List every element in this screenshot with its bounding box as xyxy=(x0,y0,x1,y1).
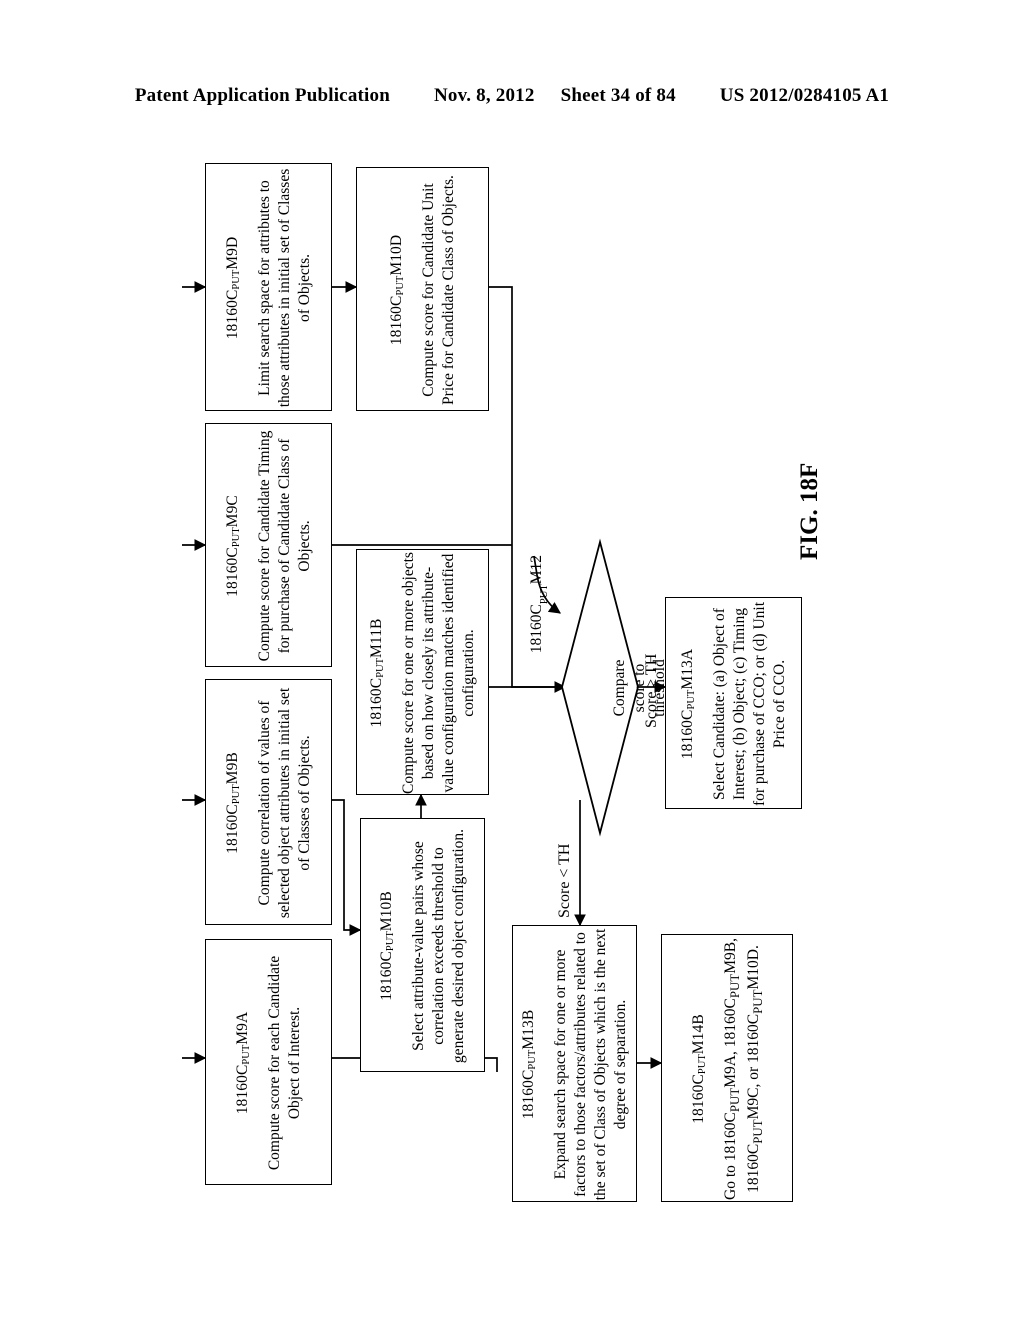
node-m10b[interactable]: 18160CPUTM10B Select attribute-value pai… xyxy=(360,818,485,1072)
node-m9c-ref: 18160CPUTM9C xyxy=(224,495,243,597)
node-m10d[interactable]: 18160CPUTM10D Compute score for Candidat… xyxy=(356,167,489,411)
node-m10b-text: Select attribute-value pairs whose corre… xyxy=(410,828,467,1064)
edge-label-score-lt: Score < TH xyxy=(556,843,573,919)
node-m9a[interactable]: 18160CPUTM9A Compute score for each Cand… xyxy=(205,939,332,1185)
node-m14b-ref: 18160CPUTM14B xyxy=(689,1014,708,1124)
node-m9d[interactable]: 18160CPUTM9D Limit search space for attr… xyxy=(205,163,332,411)
edge-label-score-ge: Score ≥ TH xyxy=(643,653,660,728)
node-m14b-text: Go to 18160CPUTM9A, 18160CPUTM9B, 18160C… xyxy=(721,938,765,1200)
node-m9b-text: Compute correlation of values of selecte… xyxy=(256,687,313,919)
node-m9c[interactable]: 18160CPUTM9C Compute score for Candidate… xyxy=(205,423,332,667)
node-m9a-text: Compute score for each Candidate Object … xyxy=(266,955,303,1171)
node-m10d-text: Compute score for Candidate Unit Price f… xyxy=(420,175,457,405)
node-m12-ref: 18160CPUTM12 xyxy=(528,555,551,654)
node-m9b-ref: 18160CPUTM9B xyxy=(224,752,243,854)
node-m14b[interactable]: 18160CPUTM14B Go to 18160CPUTM9A, 18160C… xyxy=(661,934,793,1202)
header-sheet: Sheet 34 of 84 xyxy=(560,85,676,106)
node-m9d-ref: 18160CPUTM9D xyxy=(224,236,243,340)
node-m10d-ref: 18160CPUTM10D xyxy=(388,234,407,346)
header-publication: Patent Application Publication xyxy=(134,85,390,106)
header-publication-number: US 2012/0284105 A1 xyxy=(719,85,890,106)
node-m11b[interactable]: 18160CPUTM11B Compute score for one or m… xyxy=(356,549,489,795)
node-m11b-text: Compute score for one or more objects ba… xyxy=(400,552,477,794)
node-m13b-text: Expand search space for one or more fact… xyxy=(552,928,629,1201)
patent-figure-page: Patent Application Publication Nov. 8, 2… xyxy=(0,0,1024,1320)
node-m13a-ref: 18160CPUTM13A xyxy=(679,648,698,760)
node-m13a[interactable]: 18160CPUTM13A Select Candidate: (a) Obje… xyxy=(665,597,802,809)
node-m12-decision[interactable]: Compare score to threshold xyxy=(560,538,668,837)
node-m9d-text: Limit search space for attributes to tho… xyxy=(256,168,313,408)
node-m13a-text: Select Candidate: (a) Object of Interest… xyxy=(711,601,788,807)
node-m13b[interactable]: 18160CPUTM13B Expand search space for on… xyxy=(512,925,637,1202)
figure-label: FIG. 18F xyxy=(796,462,823,560)
node-m11b-ref: 18160CPUTM11B xyxy=(368,618,387,728)
node-m9b[interactable]: 18160CPUTM9B Compute correlation of valu… xyxy=(205,679,332,925)
node-m13b-ref: 18160CPUTM13B xyxy=(520,1009,539,1120)
node-m9a-ref: 18160CPUTM9A xyxy=(234,1011,253,1115)
node-m9c-text: Compute score for Candidate Timing for p… xyxy=(256,430,313,662)
header-date: Nov. 8, 2012 xyxy=(434,85,535,106)
page-header: Patent Application Publication Nov. 8, 2… xyxy=(0,85,1024,107)
node-m10b-ref: 18160CPUTM10B xyxy=(378,891,397,1001)
